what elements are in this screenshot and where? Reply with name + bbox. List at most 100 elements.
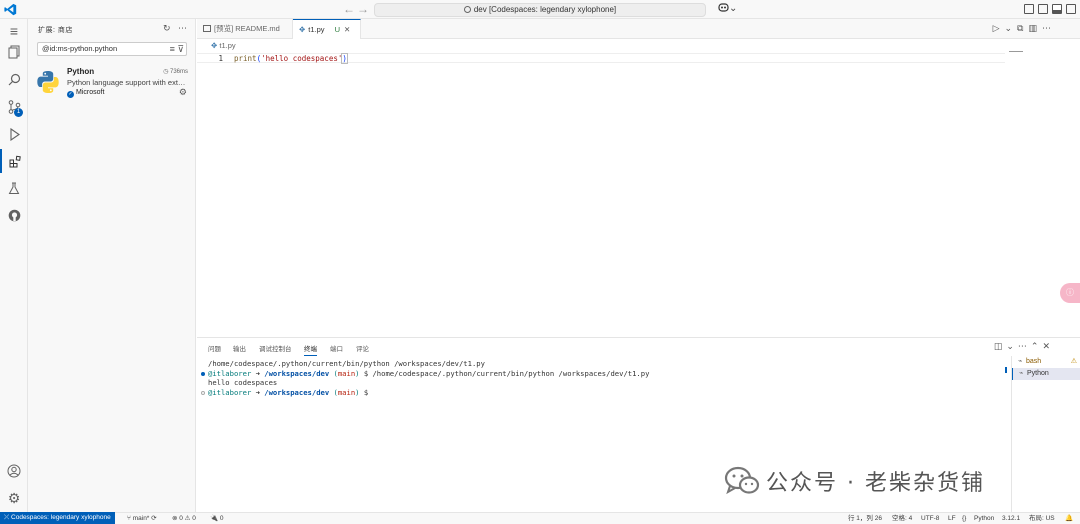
activity-bar: ≡ 1 ⚙ [0,19,28,512]
terminal-text: /home/codespace/.python/current/bin/pyth… [208,359,485,368]
copilot-chevron-icon: ⌄ [729,3,738,14]
search-tools: ≡ ⊽ [170,44,184,55]
minimap[interactable] [1009,51,1023,52]
code-text: print('hello codespaces') [234,53,348,64]
tab-t1-py[interactable]: ✥ t1.py U ✕ [293,19,361,39]
terminal-branch: main [337,368,356,378]
problems-status[interactable]: ⊗ 0 ⚠ 0 [172,513,196,524]
tab-comments[interactable]: 评论 [356,343,369,353]
command-pending-icon [201,390,205,395]
tab-readme-preview[interactable]: [预览] README.md [197,19,293,39]
terminal-path: /workspaces/dev [264,387,330,397]
filter-icon[interactable]: ⊽ [177,44,184,54]
tab-debug-console[interactable]: 调试控制台 [259,343,292,353]
indentation[interactable]: 空格: 4 [892,513,912,524]
code-string: 'hello codespaces' [261,54,343,63]
editor-actions: ▷⌄⧉▥⋯ [993,23,1056,34]
tab-problems[interactable]: 问题 [208,343,221,353]
search-icon[interactable] [0,67,28,91]
code-editor[interactable]: ✥ t1.py 1 print('hello codespaces') ⓘ [197,39,1080,337]
publisher-name: Microsoft [76,89,105,96]
terminal-dropdown-icon[interactable]: ⌄ [1006,341,1018,351]
keyboard-layout[interactable]: 布局: US [1029,513,1055,524]
terminal-item-bash[interactable]: ⌁ bash ⚠ [1012,356,1080,368]
python-version[interactable]: 3.12.1 [1002,513,1020,524]
branch-paren: ) [355,368,360,378]
split-terminal-icon[interactable]: ◫ [994,341,1007,351]
activation-time: ◷ 736ms [163,68,188,75]
language-braces-icon[interactable]: {} [962,513,966,524]
terminal-scrollbar[interactable] [1005,367,1007,373]
tab-terminal[interactable]: 终端 [304,343,317,356]
terminal-item-label: Python [1027,370,1049,377]
terminal-user: @itlaborer [208,368,252,378]
activation-time-value: 736ms [169,69,188,75]
clear-filter-icon[interactable]: ≡ [170,44,175,54]
notifications-bell-icon[interactable]: 🔔 [1065,513,1073,524]
breadcrumb[interactable]: ✥ t1.py [211,41,236,50]
branch-name: main* [132,515,150,522]
tab-output[interactable]: 输出 [233,343,246,353]
terminal-user: @itlaborer [208,387,252,397]
close-panel-icon[interactable]: ✕ [1042,341,1054,351]
terminal-item-label: bash [1026,358,1042,365]
command-center-search[interactable]: dev [Codespaces: legendary xylophone] [374,3,706,17]
terminal-prompt: $ [363,387,369,397]
copilot-menu[interactable]: ⌄ [718,3,737,14]
forward-button[interactable]: → [357,2,369,16]
remote-label: Codespaces: legendary xylophone [11,514,111,521]
terminal-line: @itlaborer ➜ /workspaces/dev (main) $ /h… [197,369,1005,379]
open-changes-icon[interactable]: ⧉ [1017,23,1028,33]
extension-list-item[interactable]: Python ◷ 736ms Python language support w… [28,64,195,102]
run-debug-icon[interactable] [0,122,28,146]
warning-icon: ⚠ [1070,358,1077,365]
extensions-search-input[interactable]: @id:ms-python.python [37,42,187,56]
more-actions-icon[interactable]: ⋯ [178,23,187,33]
floating-assistant-button[interactable]: ⓘ [1060,283,1080,303]
prompt-arrow-icon: ➜ [255,368,260,378]
branch-status[interactable]: ⑂ main* ⟳ [127,513,157,524]
line-ending[interactable]: LF [948,513,956,524]
split-editor-icon[interactable]: ▥ [1028,23,1042,33]
cursor-position[interactable]: 行 1，列 26 [848,513,882,524]
search-icon [463,6,471,13]
ports-status[interactable]: 🔌 0 [210,513,224,524]
python-logo-icon [37,71,59,93]
refresh-icon[interactable]: ↻ [163,23,171,33]
more-actions-icon[interactable]: ⋯ [1042,23,1056,33]
github-icon[interactable] [0,203,28,227]
sync-icon[interactable]: ⟳ [151,515,156,522]
remote-indicator[interactable]: ⤫ Codespaces: legendary xylophone [0,512,115,524]
run-file-icon[interactable]: ▷ [993,23,1005,33]
terminal-output[interactable]: /home/codespace/.python/current/bin/pyth… [197,359,1005,397]
customize-layout-icon[interactable] [1066,4,1076,14]
encoding[interactable]: UTF-8 [921,513,939,524]
maximize-panel-icon[interactable]: ⌃ [1031,341,1043,351]
toggle-primary-sidebar-icon[interactable] [1024,4,1034,14]
more-actions-icon[interactable]: ⋯ [1018,341,1031,351]
terminal-icon: ⌁ [1019,370,1024,377]
manage-gear-icon[interactable]: ⚙ [0,486,28,510]
code-line[interactable]: 1 print('hello codespaces') [197,53,1005,64]
toggle-panel-icon[interactable] [1038,4,1048,14]
accounts-icon[interactable] [0,459,28,483]
source-control-icon[interactable]: 1 [0,95,28,119]
extension-settings-gear-icon[interactable]: ⚙ [179,87,187,98]
terminal-line: /home/codespace/.python/current/bin/pyth… [197,359,1005,369]
extension-name: Python [67,67,95,76]
testing-icon[interactable] [0,176,28,200]
extensions-icon[interactable] [0,149,28,173]
python-file-icon: ✥ [211,41,218,50]
terminal-icon: ⌁ [1018,358,1023,365]
prompt-arrow-icon: ➜ [255,387,260,397]
run-dropdown-icon[interactable]: ⌄ [1005,23,1018,33]
verified-icon: ✓ [67,91,74,98]
close-tab-icon[interactable]: ✕ [344,25,350,34]
toggle-secondary-sidebar-icon[interactable] [1052,4,1062,14]
terminal-item-python[interactable]: ⌁ Python [1012,368,1080,380]
back-button[interactable]: ← [343,2,355,16]
tab-ports[interactable]: 端口 [330,343,343,353]
language-mode[interactable]: Python [974,513,994,524]
untracked-status: U [334,25,340,34]
explorer-icon[interactable] [0,40,28,64]
